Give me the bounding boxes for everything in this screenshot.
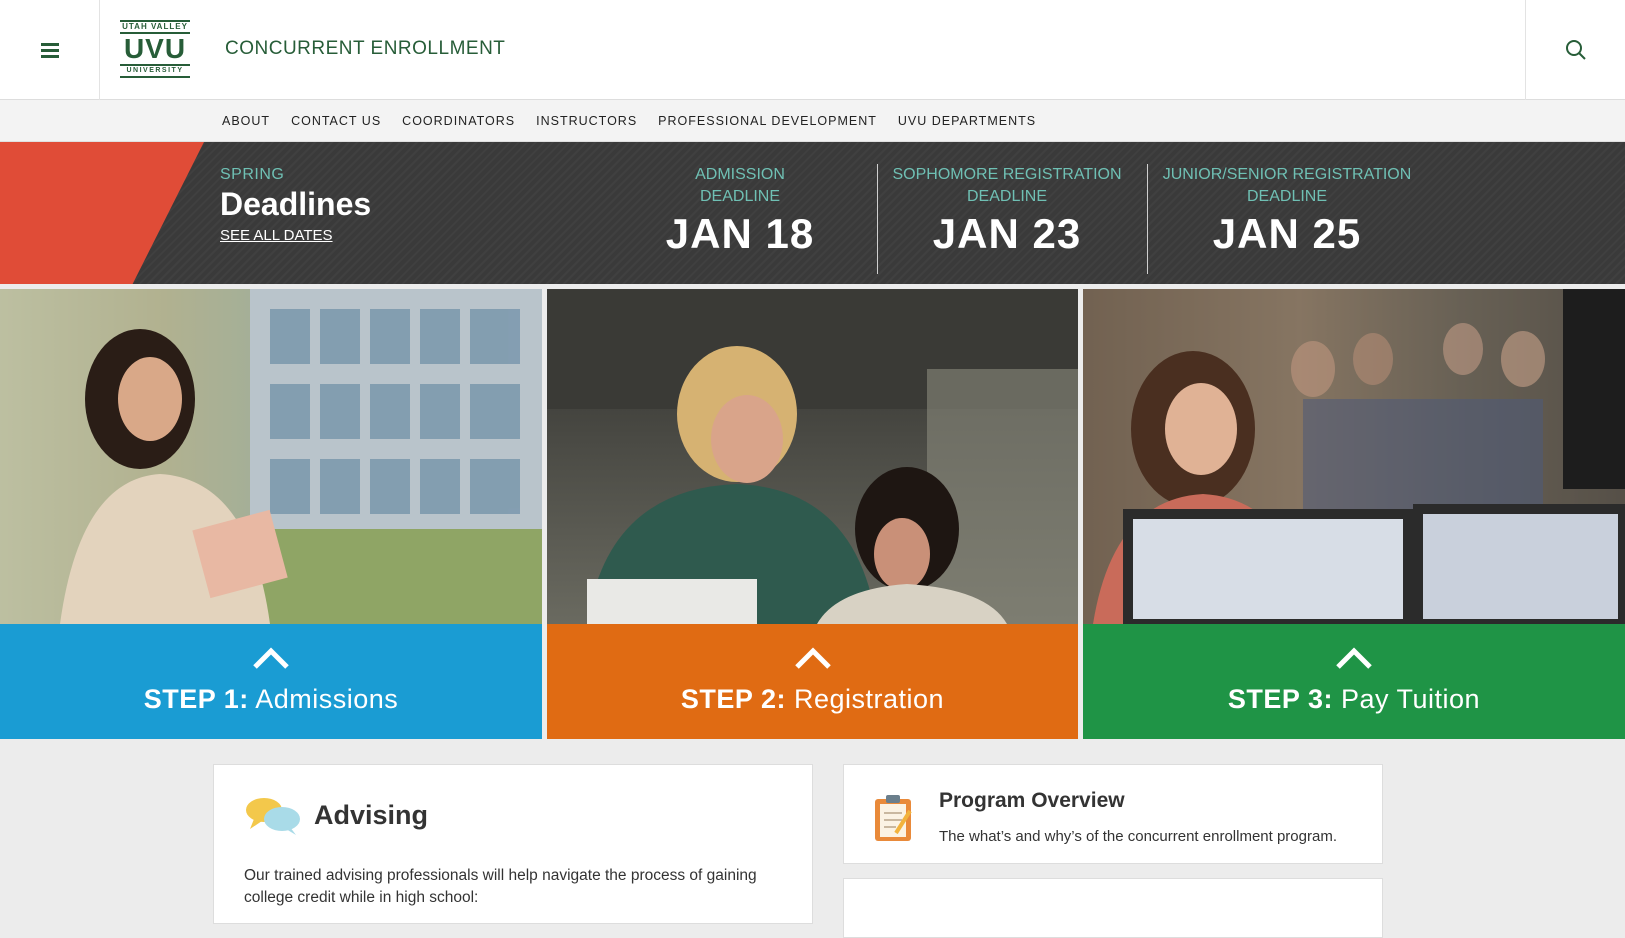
chevron-up-icon (1336, 647, 1372, 669)
student-photo (1083, 289, 1625, 624)
nav-professional-development[interactable]: PROFESSIONAL DEVELOPMENT (658, 114, 877, 128)
logo-top-text: UTAH VALLEY (120, 20, 190, 34)
deadlines-title: Deadlines (220, 186, 372, 222)
deadline-date: JAN 25 (1212, 210, 1362, 257)
menu-icon (40, 40, 59, 61)
step-name: Admissions (255, 684, 399, 714)
clipboard-icon (875, 795, 912, 841)
step-band: STEP 3: Pay Tuition (1083, 624, 1625, 739)
nav-uvu-departments[interactable]: UVU DEPARTMENTS (898, 114, 1036, 128)
step-pay-tuition-card[interactable]: STEP 3: Pay Tuition (1083, 289, 1625, 739)
photo-illustration (1083, 289, 1625, 624)
program-overview-title: Program Overview (939, 789, 1125, 812)
divider (1147, 164, 1148, 274)
chevron-up-icon (794, 647, 831, 669)
step-number: STEP 2: (680, 684, 786, 714)
nav-coordinators[interactable]: COORDINATORS (402, 114, 515, 128)
step-registration-card[interactable]: STEP 2: Registration (547, 289, 1078, 739)
logo-bottom-text: UNIVERSITY (120, 64, 190, 78)
search-button[interactable] (1525, 0, 1625, 100)
program-overview-body: The what’s and why’s of the concurrent e… (939, 828, 1337, 845)
step-name: Registration (793, 684, 945, 714)
deadline-label: JUNIOR/SENIOR REGISTRATION (1162, 166, 1412, 183)
deadline-label: DEADLINE (1246, 188, 1328, 205)
deadline-date: JAN 18 (665, 210, 815, 257)
chat-bubbles-icon (246, 798, 300, 835)
nav-contact-us[interactable]: CONTACT US (291, 114, 381, 128)
advising-title: Advising (314, 799, 429, 830)
deadline-label: SOPHOMORE REGISTRATION (892, 166, 1122, 183)
nav-about[interactable]: ABOUT (222, 114, 270, 128)
step-title: STEP 1: Admissions (0, 684, 542, 715)
deadlines-heading: SPRING Deadlines SEE ALL DATES (220, 166, 371, 245)
site-header: UTAH VALLEY UVU UNIVERSITY CONCURRENT EN… (0, 0, 1625, 100)
student-photo (547, 289, 1078, 624)
advising-body: Our trained advising professionals will … (244, 867, 757, 906)
step-title: STEP 2: Registration (547, 684, 1078, 715)
info-card-partial[interactable] (843, 878, 1383, 938)
deadlines-banner: SPRING Deadlines SEE ALL DATES ADMISSION… (0, 142, 1625, 284)
menu-button[interactable] (0, 0, 100, 100)
photo-illustration (0, 289, 542, 624)
uvu-logo[interactable]: UTAH VALLEY UVU UNIVERSITY (120, 20, 190, 80)
advising-header: Advising (244, 795, 428, 835)
photo-illustration (547, 289, 1078, 624)
step-number: STEP 3: (1227, 684, 1333, 714)
deadline-label: ADMISSION (695, 166, 785, 183)
deadline-admission: ADMISSION DEADLINE JAN 18 (640, 164, 840, 258)
deadline-date: JAN 23 (932, 210, 1082, 257)
deadline-label: DEADLINE (699, 188, 781, 205)
section-nav: ABOUT CONTACT US COORDINATORS INSTRUCTOR… (0, 100, 1625, 142)
enrollment-steps: STEP 1: Admissions STEP 2: Registration (0, 289, 1625, 739)
step-band: STEP 1: Admissions (0, 624, 542, 739)
nav-instructors[interactable]: INSTRUCTORS (536, 114, 637, 128)
deadlines-season: SPRING (220, 166, 285, 183)
step-band: STEP 2: Registration (547, 624, 1078, 739)
program-overview-card[interactable]: Program Overview The what’s and why’s of… (843, 764, 1383, 864)
step-title: STEP 3: Pay Tuition (1083, 684, 1625, 715)
see-all-dates-link[interactable]: SEE ALL DATES (220, 227, 333, 244)
step-admissions-card[interactable]: STEP 1: Admissions (0, 289, 542, 739)
step-name: Pay Tuition (1340, 684, 1481, 714)
advising-card: Advising Our trained advising profession… (213, 764, 813, 924)
deadline-sophomore: SOPHOMORE REGISTRATION DEADLINE JAN 23 (887, 164, 1127, 258)
logo-main-text: UVU (123, 33, 187, 64)
chevron-up-icon (253, 647, 289, 669)
deadline-label: DEADLINE (966, 188, 1048, 205)
step-number: STEP 1: (143, 684, 249, 714)
site-title[interactable]: CONCURRENT ENROLLMENT (225, 38, 505, 60)
divider (877, 164, 878, 274)
student-photo (0, 289, 542, 624)
search-icon (1565, 40, 1586, 60)
deadline-junior-senior: JUNIOR/SENIOR REGISTRATION DEADLINE JAN … (1157, 164, 1417, 258)
